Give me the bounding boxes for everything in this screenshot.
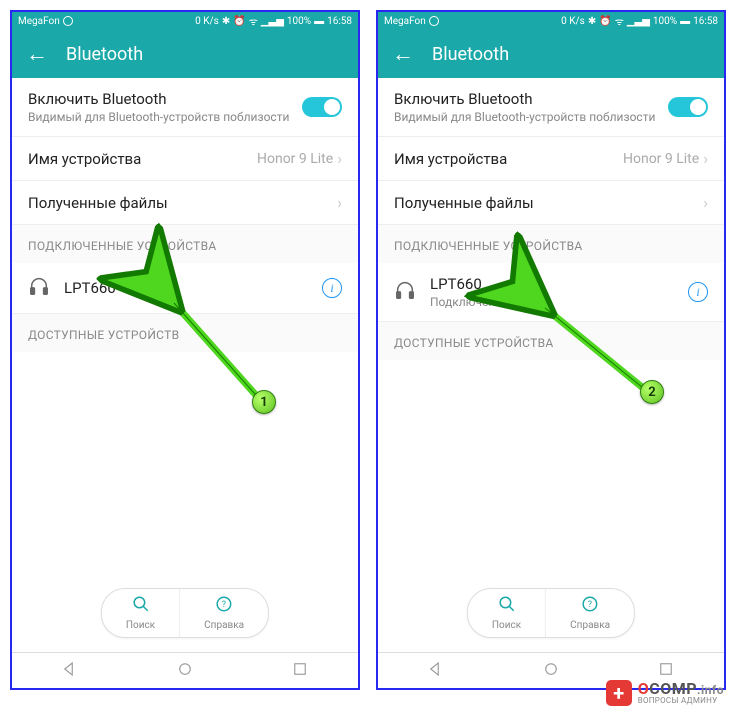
help-label: Справка xyxy=(204,620,244,631)
ring-icon xyxy=(429,16,439,26)
device-name-label: Имя устройства xyxy=(394,150,623,168)
phone-screenshot-1: MegaFon 0 K/s ✱ ⏰ ᯤ ▁▃▅ 100% ▬ 16:58 ← B… xyxy=(10,10,360,690)
bluetooth-icon: ✱ xyxy=(588,16,596,27)
enable-bluetooth-row[interactable]: Включить Bluetooth Видимый для Bluetooth… xyxy=(12,78,358,137)
content-area: Включить Bluetooth Видимый для Bluetooth… xyxy=(378,78,724,652)
available-section-header: ДОСТУПНЫЕ УСТРОЙСТВ xyxy=(12,314,358,352)
info-icon[interactable]: i xyxy=(322,278,342,298)
bottom-actions: Поиск ? Справка xyxy=(467,588,635,638)
device-status: Подключено xyxy=(430,295,674,309)
watermark: + OCOMP.info ВОПРОСЫ АДМИНУ xyxy=(606,680,724,706)
wifi-icon: ᯤ xyxy=(249,14,258,28)
chevron-right-icon: › xyxy=(703,193,708,212)
received-files-label: Полученные файлы xyxy=(394,194,703,212)
bottom-actions: Поиск ? Справка xyxy=(101,588,269,638)
nav-home-icon[interactable] xyxy=(542,660,560,682)
battery-icon: ▬ xyxy=(314,16,324,27)
app-bar: ← Bluetooth xyxy=(378,30,724,78)
connected-section-header: ПОДКЛЮЧЕННЫЕ УСТРОЙСТВА xyxy=(12,225,358,263)
chevron-right-icon: › xyxy=(337,193,342,212)
help-icon: ? xyxy=(581,595,599,618)
battery-icon: ▬ xyxy=(680,16,690,27)
received-files-row[interactable]: Полученные файлы › xyxy=(378,181,724,225)
headphones-icon xyxy=(28,275,50,301)
enable-label: Включить Bluetooth xyxy=(28,90,302,108)
enable-label: Включить Bluetooth xyxy=(394,90,668,108)
watermark-brand: OCOMP.info xyxy=(638,681,724,697)
time-label: 16:58 xyxy=(327,16,352,27)
device-name: LPT660 xyxy=(64,279,308,297)
page-title: Bluetooth xyxy=(66,44,143,65)
nav-back-icon[interactable] xyxy=(61,660,79,682)
search-button[interactable]: Поиск xyxy=(102,589,179,637)
paired-device-row[interactable]: LPT660 Подключено i xyxy=(378,263,724,322)
status-bar: MegaFon 0 K/s ✱ ⏰ ᯤ ▁▃▅ 100% ▬ 16:58 xyxy=(378,12,724,30)
search-label: Поиск xyxy=(492,620,521,631)
carrier-label: MegaFon xyxy=(18,16,60,27)
watermark-icon: + xyxy=(606,680,632,706)
status-bar: MegaFon 0 K/s ✱ ⏰ ᯤ ▁▃▅ 100% ▬ 16:58 xyxy=(12,12,358,30)
signal-icon: ▁▃▅ xyxy=(627,16,650,27)
phone-screenshot-2: MegaFon 0 K/s ✱ ⏰ ᯤ ▁▃▅ 100% ▬ 16:58 ← B… xyxy=(376,10,726,690)
battery-label: 100% xyxy=(287,16,311,27)
bluetooth-icon: ✱ xyxy=(222,16,230,27)
nav-home-icon[interactable] xyxy=(176,660,194,682)
app-bar: ← Bluetooth xyxy=(12,30,358,78)
device-name-row[interactable]: Имя устройства Honor 9 Lite › xyxy=(378,137,724,181)
bluetooth-toggle[interactable] xyxy=(302,97,342,117)
signal-icon: ▁▃▅ xyxy=(261,16,284,27)
alarm-icon: ⏰ xyxy=(599,16,611,27)
content-area: Включить Bluetooth Видимый для Bluetooth… xyxy=(12,78,358,652)
annotation-badge-2: 2 xyxy=(640,380,664,404)
device-name: LPT660 xyxy=(430,275,674,293)
received-files-row[interactable]: Полученные файлы › xyxy=(12,181,358,225)
carrier-label: MegaFon xyxy=(384,16,426,27)
search-button[interactable]: Поиск xyxy=(468,589,545,637)
device-name-value: Honor 9 Lite xyxy=(623,151,699,167)
nav-recent-icon[interactable] xyxy=(291,660,309,682)
available-section-header: ДОСТУПНЫЕ УСТРОЙСТВА xyxy=(378,322,724,360)
chevron-right-icon: › xyxy=(337,149,342,168)
help-button[interactable]: ? Справка xyxy=(179,589,268,637)
info-icon[interactable]: i xyxy=(688,282,708,302)
headphones-icon xyxy=(394,279,416,305)
watermark-tag: ВОПРОСЫ АДМИНУ xyxy=(638,697,724,705)
device-name-label: Имя устройства xyxy=(28,150,257,168)
received-files-label: Полученные файлы xyxy=(28,194,337,212)
nav-back-icon[interactable] xyxy=(427,660,445,682)
help-label: Справка xyxy=(570,620,610,631)
time-label: 16:58 xyxy=(693,16,718,27)
speed-label: 0 K/s xyxy=(561,16,585,27)
back-icon[interactable]: ← xyxy=(26,41,48,67)
enable-bluetooth-row[interactable]: Включить Bluetooth Видимый для Bluetooth… xyxy=(378,78,724,137)
wifi-icon: ᯤ xyxy=(615,14,624,28)
paired-device-row[interactable]: LPT660 i xyxy=(12,263,358,314)
back-icon[interactable]: ← xyxy=(392,41,414,67)
search-label: Поиск xyxy=(126,620,155,631)
device-name-row[interactable]: Имя устройства Honor 9 Lite › xyxy=(12,137,358,181)
annotation-badge-1: 1 xyxy=(252,390,276,414)
enable-sub: Видимый для Bluetooth-устройств поблизос… xyxy=(28,110,302,124)
speed-label: 0 K/s xyxy=(195,16,219,27)
chevron-right-icon: › xyxy=(703,149,708,168)
ring-icon xyxy=(63,16,73,26)
search-icon xyxy=(498,595,516,618)
search-icon xyxy=(132,595,150,618)
svg-text:?: ? xyxy=(588,600,592,610)
alarm-icon: ⏰ xyxy=(233,16,245,27)
connected-section-header: ПОДКЛЮЧЕННЫЕ УСТРОЙСТВА xyxy=(378,225,724,263)
enable-sub: Видимый для Bluetooth-устройств поблизос… xyxy=(394,110,668,124)
device-name-value: Honor 9 Lite xyxy=(257,151,333,167)
page-title: Bluetooth xyxy=(432,44,509,65)
battery-label: 100% xyxy=(653,16,677,27)
help-icon: ? xyxy=(215,595,233,618)
help-button[interactable]: ? Справка xyxy=(545,589,634,637)
nav-bar xyxy=(12,652,358,688)
bluetooth-toggle[interactable] xyxy=(668,97,708,117)
svg-text:?: ? xyxy=(222,600,226,610)
